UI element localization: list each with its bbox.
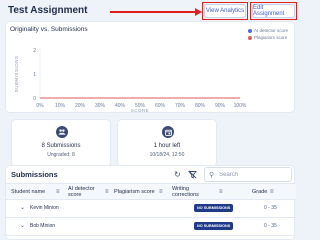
legend-dot-plagiarism	[247, 35, 252, 40]
ungraded-count: Ungraded: 8	[47, 152, 75, 158]
x-tick-label: 10%	[55, 103, 66, 109]
legend-item-plagiarism: Plagiarism score	[247, 35, 288, 40]
legend-item-ai: AI detector score	[247, 28, 288, 33]
col-ai-detector-score[interactable]: AI detector score	[68, 186, 102, 198]
search-icon: ⚲	[209, 171, 215, 179]
submissions-table-card: Submissions ↻ ⚲ Student name ≡ AI detect…	[5, 165, 296, 240]
legend-label-ai: AI detector score	[253, 28, 288, 33]
sort-icon[interactable]: ≡	[56, 189, 60, 195]
student-name: Kevin Minion	[30, 205, 59, 211]
page-title: Test Assignment	[8, 5, 88, 16]
edit-assignment-button[interactable]: Edit Assignment	[252, 4, 295, 18]
sort-icon[interactable]: ≡	[159, 189, 163, 195]
status-badge: NO SUBMISSIONS	[194, 204, 234, 212]
chart-title: Originality vs. Submissions	[10, 26, 88, 33]
grade-value: 0 - 35	[264, 223, 277, 229]
y-tick-label: 1	[33, 72, 36, 78]
refresh-icon[interactable]: ↻	[172, 169, 183, 180]
due-date: 10/18/24, 12:50	[149, 152, 185, 158]
col-grade[interactable]: Grade	[252, 189, 267, 195]
search-input[interactable]	[219, 171, 290, 178]
view-analytics-button[interactable]: View Analytics	[204, 4, 246, 18]
x-axis-title: SCORE	[131, 108, 150, 113]
legend-label-plagiarism: Plagiarism score	[253, 35, 288, 40]
submissions-title: Submissions	[11, 170, 58, 179]
sort-icon[interactable]: ≡	[270, 189, 274, 195]
x-tick-label: 80%	[195, 103, 206, 109]
submissions-stat-card: 8 Submissions Ungraded: 8	[11, 119, 111, 167]
sort-icon[interactable]: ≡	[105, 189, 109, 195]
x-tick-label: 90%	[215, 103, 226, 109]
table-row[interactable]: ⌄ Bob Minion NO SUBMISSIONS 0 - 35	[6, 218, 296, 236]
sort-icon[interactable]: ≡	[219, 189, 223, 195]
x-tick-label: 40%	[115, 103, 126, 109]
chart-legend: AI detector score Plagiarism score	[247, 28, 288, 42]
submissions-count: 8 Submissions	[41, 143, 81, 149]
col-student-name[interactable]: Student name	[11, 189, 45, 195]
time-left: 1 hour left	[153, 143, 181, 149]
student-name: Bob Minion	[30, 223, 56, 229]
chevron-down-icon[interactable]: ⌄	[20, 204, 25, 211]
x-tick-label: 70%	[175, 103, 186, 109]
clear-filter-icon[interactable]	[187, 169, 198, 180]
y-axis-title: SUBMISSIONS	[14, 56, 19, 93]
annotation-arrow-head	[195, 8, 202, 16]
status-badge: NO SUBMISSIONS	[194, 222, 234, 230]
time-stat-card: 1 hour left 10/18/24, 12:50	[117, 119, 217, 167]
x-tick-label: 60%	[155, 103, 166, 109]
originality-chart-card: 0 1 2 0% 10% 20% 30% 40% 50% 60% 70% 80% 90% 100% SCOR…	[5, 21, 295, 113]
table-row[interactable]: ⌄ Kevin Minion NO SUBMISSIONS 0 - 35	[6, 200, 296, 218]
calendar-icon	[162, 126, 174, 138]
legend-dot-ai	[247, 28, 252, 33]
col-writing-corrections[interactable]: Writing corrections	[172, 186, 204, 198]
y-tick-label: 2	[33, 48, 36, 54]
chevron-down-icon[interactable]: ⌄	[20, 222, 25, 229]
annotation-arrow-line	[110, 11, 195, 13]
search-field[interactable]: ⚲	[204, 167, 292, 182]
x-tick-label: 20%	[75, 103, 86, 109]
x-tick-label: 0%	[36, 103, 44, 109]
table-header: Student name ≡ AI detector score ≡ Plagi…	[6, 183, 296, 200]
grade-value: 0 - 35	[264, 205, 277, 211]
col-plagiarism-score[interactable]: Plagiarism score	[114, 189, 155, 195]
x-tick-label: 100%	[234, 103, 247, 109]
y-tick-label: 0	[33, 96, 36, 102]
x-tick-label: 30%	[95, 103, 106, 109]
people-icon	[56, 126, 68, 138]
